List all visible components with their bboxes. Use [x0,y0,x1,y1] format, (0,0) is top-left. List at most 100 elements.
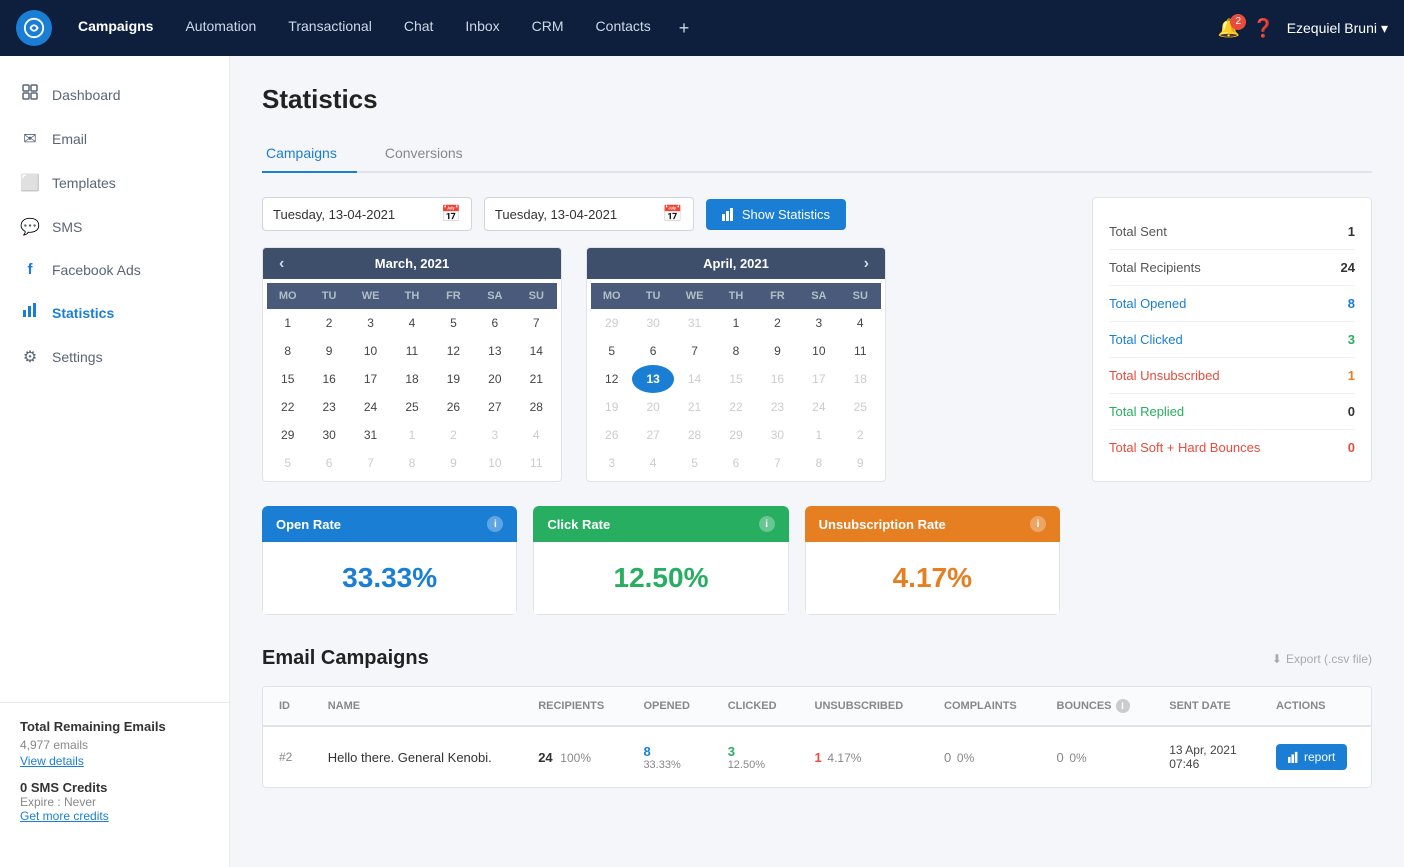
cal-day[interactable]: 9 [308,337,349,365]
help-icon[interactable]: ❓ [1252,18,1274,39]
calendar-next-button[interactable]: › [856,255,877,273]
cal-day[interactable]: 15 [715,365,756,393]
get-credits-link[interactable]: Get more credits [20,809,209,823]
topnav-plus[interactable]: + [669,10,700,47]
cal-day[interactable]: 25 [391,393,432,421]
cal-day[interactable]: 29 [267,421,308,449]
cal-day[interactable]: 12 [591,365,632,393]
cal-day[interactable]: 29 [591,309,632,337]
tab-campaigns[interactable]: Campaigns [262,135,357,173]
cal-day[interactable]: 10 [798,337,839,365]
cal-day[interactable]: 28 [674,421,715,449]
cal-day[interactable]: 11 [516,449,557,477]
cal-day[interactable]: 24 [798,393,839,421]
sidebar-item-facebook-ads[interactable]: f Facebook Ads [0,249,229,290]
cal-day[interactable]: 2 [308,309,349,337]
cal-day[interactable]: 6 [308,449,349,477]
cal-day[interactable]: 1 [267,309,308,337]
cal-day[interactable]: 21 [516,365,557,393]
report-button[interactable]: report [1276,744,1347,770]
cal-day[interactable]: 3 [798,309,839,337]
cal-day[interactable]: 20 [474,365,515,393]
cal-day[interactable]: 1 [391,421,432,449]
start-date-calendar-icon[interactable]: 📅 [441,204,461,224]
topnav-campaigns[interactable]: Campaigns [64,10,167,47]
cal-day[interactable]: 2 [757,309,798,337]
cal-day[interactable]: 11 [840,337,881,365]
cal-day[interactable]: 5 [267,449,308,477]
cal-day[interactable]: 5 [591,337,632,365]
cal-day[interactable]: 5 [433,309,474,337]
cal-day[interactable]: 22 [267,393,308,421]
calendar-prev-button[interactable]: ‹ [271,255,292,273]
cal-day[interactable]: 30 [757,421,798,449]
view-details-link[interactable]: View details [20,754,209,768]
cal-day[interactable]: 9 [757,337,798,365]
tab-conversions[interactable]: Conversions [381,135,483,173]
unsub-rate-info-icon[interactable]: i [1030,516,1046,532]
cal-day[interactable]: 5 [674,449,715,477]
sidebar-item-statistics[interactable]: Statistics [0,290,229,335]
open-rate-info-icon[interactable]: i [487,516,503,532]
cal-day[interactable]: 27 [632,421,673,449]
cal-day[interactable]: 27 [474,393,515,421]
export-link[interactable]: ⬇ Export (.csv file) [1272,652,1372,666]
cal-day[interactable]: 7 [516,309,557,337]
end-date-input[interactable] [495,207,655,222]
cal-day[interactable]: 7 [350,449,391,477]
cal-day[interactable]: 13 [474,337,515,365]
cal-day[interactable]: 3 [474,421,515,449]
cal-day[interactable]: 15 [267,365,308,393]
user-menu[interactable]: Ezequiel Bruni ▾ [1287,20,1388,37]
cal-day[interactable]: 6 [715,449,756,477]
cal-day[interactable]: 8 [267,337,308,365]
topnav-contacts[interactable]: Contacts [582,10,665,47]
cal-day[interactable]: 30 [308,421,349,449]
sidebar-item-email[interactable]: ✉ Email [0,117,229,161]
cal-day[interactable]: 23 [308,393,349,421]
cal-day[interactable]: 24 [350,393,391,421]
cal-day[interactable]: 8 [391,449,432,477]
cal-day[interactable]: 4 [516,421,557,449]
cal-day[interactable]: 31 [350,421,391,449]
show-statistics-button[interactable]: Show Statistics [706,199,846,230]
cal-day[interactable]: 26 [591,421,632,449]
cal-day[interactable]: 28 [516,393,557,421]
cal-day[interactable]: 31 [674,309,715,337]
cal-day[interactable]: 17 [798,365,839,393]
end-date-calendar-icon[interactable]: 📅 [663,204,683,224]
cal-day[interactable]: 2 [433,421,474,449]
topnav-inbox[interactable]: Inbox [451,10,513,47]
cal-day[interactable]: 23 [757,393,798,421]
cal-day[interactable]: 22 [715,393,756,421]
topnav-transactional[interactable]: Transactional [274,10,386,47]
cal-day[interactable]: 7 [757,449,798,477]
cal-day[interactable]: 6 [632,337,673,365]
start-date-input[interactable] [273,207,433,222]
cal-day[interactable]: 10 [474,449,515,477]
cal-day[interactable]: 30 [632,309,673,337]
cal-day[interactable]: 8 [715,337,756,365]
cal-day[interactable]: 7 [674,337,715,365]
cal-day[interactable]: 18 [840,365,881,393]
topnav-crm[interactable]: CRM [518,10,578,47]
cal-day[interactable]: 9 [433,449,474,477]
bounces-info-icon[interactable]: i [1116,699,1130,713]
cal-day[interactable]: 3 [350,309,391,337]
topnav-chat[interactable]: Chat [390,10,448,47]
cal-day[interactable]: 19 [433,365,474,393]
cal-day[interactable]: 9 [840,449,881,477]
cal-day-selected[interactable]: 13 [632,365,673,393]
cal-day[interactable]: 2 [840,421,881,449]
cal-day[interactable]: 26 [433,393,474,421]
cal-day[interactable]: 6 [474,309,515,337]
cal-day[interactable]: 4 [632,449,673,477]
cal-day[interactable]: 4 [391,309,432,337]
cal-day[interactable]: 18 [391,365,432,393]
cal-day[interactable]: 1 [798,421,839,449]
cal-day[interactable]: 14 [516,337,557,365]
cal-day[interactable]: 8 [798,449,839,477]
sidebar-item-sms[interactable]: 💬 SMS [0,205,229,249]
cal-day[interactable]: 19 [591,393,632,421]
notification-bell[interactable]: 🔔 2 [1218,18,1240,39]
